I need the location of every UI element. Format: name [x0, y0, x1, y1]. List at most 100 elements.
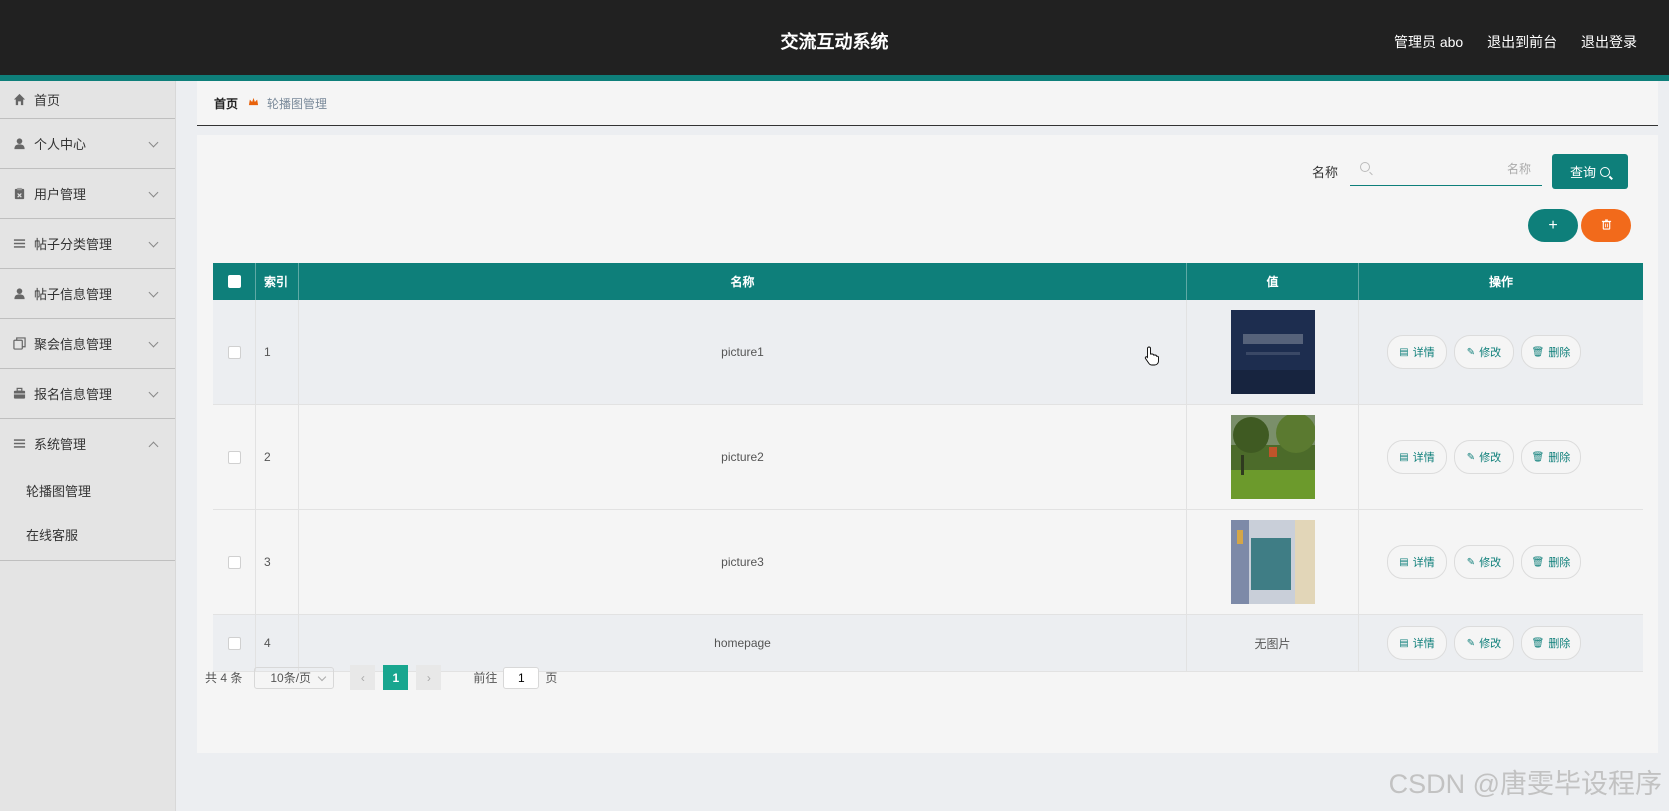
delete-button[interactable]: 🗑 删除 — [1521, 335, 1581, 369]
sidebar-item-signup-info[interactable]: 报名信息管理 — [0, 369, 175, 419]
delete-label: 删除 — [1548, 347, 1571, 359]
breadcrumb: 首页 轮播图管理 — [197, 81, 1658, 126]
sidebar-subitem-online-service[interactable]: 在线客服 — [0, 512, 175, 556]
chevron-down-icon — [148, 137, 159, 147]
edit-button[interactable]: ✎ 修改 — [1454, 440, 1514, 474]
carousel-thumbnail[interactable] — [1230, 415, 1315, 499]
sidebar-item-label: 系统管理 — [34, 437, 87, 452]
prev-page-button[interactable]: ‹ — [350, 665, 376, 690]
row-select-cell — [213, 510, 256, 614]
delete-button[interactable]: 🗑 删除 — [1521, 626, 1581, 660]
document-icon: ▤ — [1399, 556, 1409, 568]
row-name: picture2 — [299, 405, 1187, 509]
breadcrumb-separator-icon — [248, 96, 259, 110]
edit-label: 修改 — [1479, 638, 1502, 650]
carousel-thumbnail[interactable] — [1230, 310, 1315, 394]
chevron-down-icon — [148, 337, 159, 347]
logout-link[interactable]: 退出登录 — [1581, 34, 1637, 50]
page-size-select[interactable]: 10条/页 — [254, 666, 335, 689]
row-checkbox[interactable] — [227, 345, 241, 359]
chevron-down-icon — [148, 287, 159, 297]
goto-page-input[interactable] — [503, 666, 540, 689]
edit-label: 修改 — [1479, 347, 1502, 359]
trash-icon: 🗑 — [1531, 451, 1545, 463]
sidebar-item-post-info[interactable]: 帖子信息管理 — [0, 269, 175, 319]
sidebar-subitem-carousel[interactable]: 轮播图管理 — [0, 468, 175, 512]
detail-button[interactable]: ▤ 详情 — [1387, 335, 1447, 369]
detail-button[interactable]: ▤ 详情 — [1387, 440, 1447, 474]
chevron-down-icon — [148, 187, 159, 197]
breadcrumb-current: 轮播图管理 — [267, 96, 328, 111]
trash-icon — [1601, 217, 1612, 235]
sidebar-item-label: 帖子分类管理 — [34, 237, 113, 252]
search-icon — [1360, 162, 1370, 172]
search-input[interactable] — [1374, 157, 1533, 181]
page-number-button[interactable]: 1 — [383, 665, 409, 690]
chevron-down-icon — [148, 237, 159, 247]
detail-label: 详情 — [1412, 557, 1435, 569]
chevron-down-icon — [148, 387, 159, 397]
select-all-checkbox[interactable] — [227, 275, 241, 288]
chevron-left-icon: ‹ — [360, 670, 365, 685]
table-row: 3 picture3 ▤ 详情 ✎ 修改 🗑 删除 — [213, 510, 1643, 615]
edit-icon: ✎ — [1466, 346, 1476, 358]
document-icon: ▤ — [1399, 346, 1409, 358]
row-index: 3 — [256, 510, 299, 614]
next-page-button[interactable]: › — [416, 665, 442, 690]
delete-button[interactable]: 🗑 删除 — [1521, 440, 1581, 474]
row-checkbox[interactable] — [227, 450, 241, 464]
query-button-label: 查询 — [1569, 165, 1596, 180]
user-icon — [12, 287, 26, 301]
edit-button[interactable]: ✎ 修改 — [1454, 626, 1514, 660]
row-name: picture1 — [299, 300, 1187, 404]
page-size-value: 10条/页 — [270, 671, 312, 685]
detail-button[interactable]: ▤ 详情 — [1387, 626, 1447, 660]
briefcase-icon — [12, 387, 26, 401]
home-icon — [12, 93, 26, 107]
detail-label: 详情 — [1412, 638, 1435, 650]
header-value: 值 — [1187, 263, 1359, 300]
sidebar-item-user-management[interactable]: 用户管理 — [0, 169, 175, 219]
edit-icon: ✎ — [1466, 637, 1476, 649]
sidebar-item-home[interactable]: 首页 — [0, 81, 175, 119]
trash-icon: 🗑 — [1531, 556, 1545, 568]
row-ops: ▤ 详情 ✎ 修改 🗑 删除 — [1359, 300, 1643, 404]
query-button[interactable]: 查询 — [1552, 154, 1628, 189]
trash-icon: 🗑 — [1531, 637, 1545, 649]
sidebar-item-personal-center[interactable]: 个人中心 — [0, 119, 175, 169]
breadcrumb-home[interactable]: 首页 — [214, 95, 238, 112]
edit-button[interactable]: ✎ 修改 — [1454, 545, 1514, 579]
delete-button[interactable]: 🗑 删除 — [1521, 545, 1581, 579]
edit-icon: ✎ — [1466, 451, 1476, 463]
row-index: 2 — [256, 405, 299, 509]
row-value — [1187, 300, 1359, 404]
sidebar-item-system-management[interactable]: 系统管理 — [0, 419, 175, 468]
chevron-up-icon — [148, 441, 159, 451]
row-value: 无图片 — [1187, 615, 1359, 671]
table-row: 4 homepage 无图片 ▤ 详情 ✎ 修改 🗑 删除 — [213, 615, 1643, 672]
trash-icon: 🗑 — [1531, 346, 1545, 358]
document-icon: ▤ — [1399, 451, 1409, 463]
header-ops: 操作 — [1488, 275, 1513, 289]
chevron-right-icon: › — [426, 670, 431, 685]
edit-button[interactable]: ✎ 修改 — [1454, 335, 1514, 369]
carousel-thumbnail[interactable] — [1230, 520, 1315, 604]
sidebar-item-label: 个人中心 — [34, 137, 87, 152]
goto-suffix: 页 — [545, 671, 558, 685]
sidebar-group-system: 系统管理 轮播图管理 在线客服 — [0, 419, 175, 561]
document-icon: ▤ — [1399, 637, 1409, 649]
exit-to-front-link[interactable]: 退出到前台 — [1487, 34, 1557, 50]
row-checkbox[interactable] — [227, 555, 241, 569]
detail-label: 详情 — [1412, 347, 1435, 359]
batch-delete-button[interactable] — [1581, 209, 1631, 242]
row-value — [1187, 510, 1359, 614]
add-button[interactable]: + — [1528, 209, 1578, 242]
row-value — [1187, 405, 1359, 509]
edit-label: 修改 — [1479, 557, 1502, 569]
sidebar-item-gathering-info[interactable]: 聚会信息管理 — [0, 319, 175, 369]
sidebar-item-post-category[interactable]: 帖子分类管理 — [0, 219, 175, 269]
header-index: 索引 — [256, 263, 299, 300]
edit-label: 修改 — [1479, 452, 1502, 464]
detail-button[interactable]: ▤ 详情 — [1387, 545, 1447, 579]
row-checkbox[interactable] — [227, 636, 241, 650]
